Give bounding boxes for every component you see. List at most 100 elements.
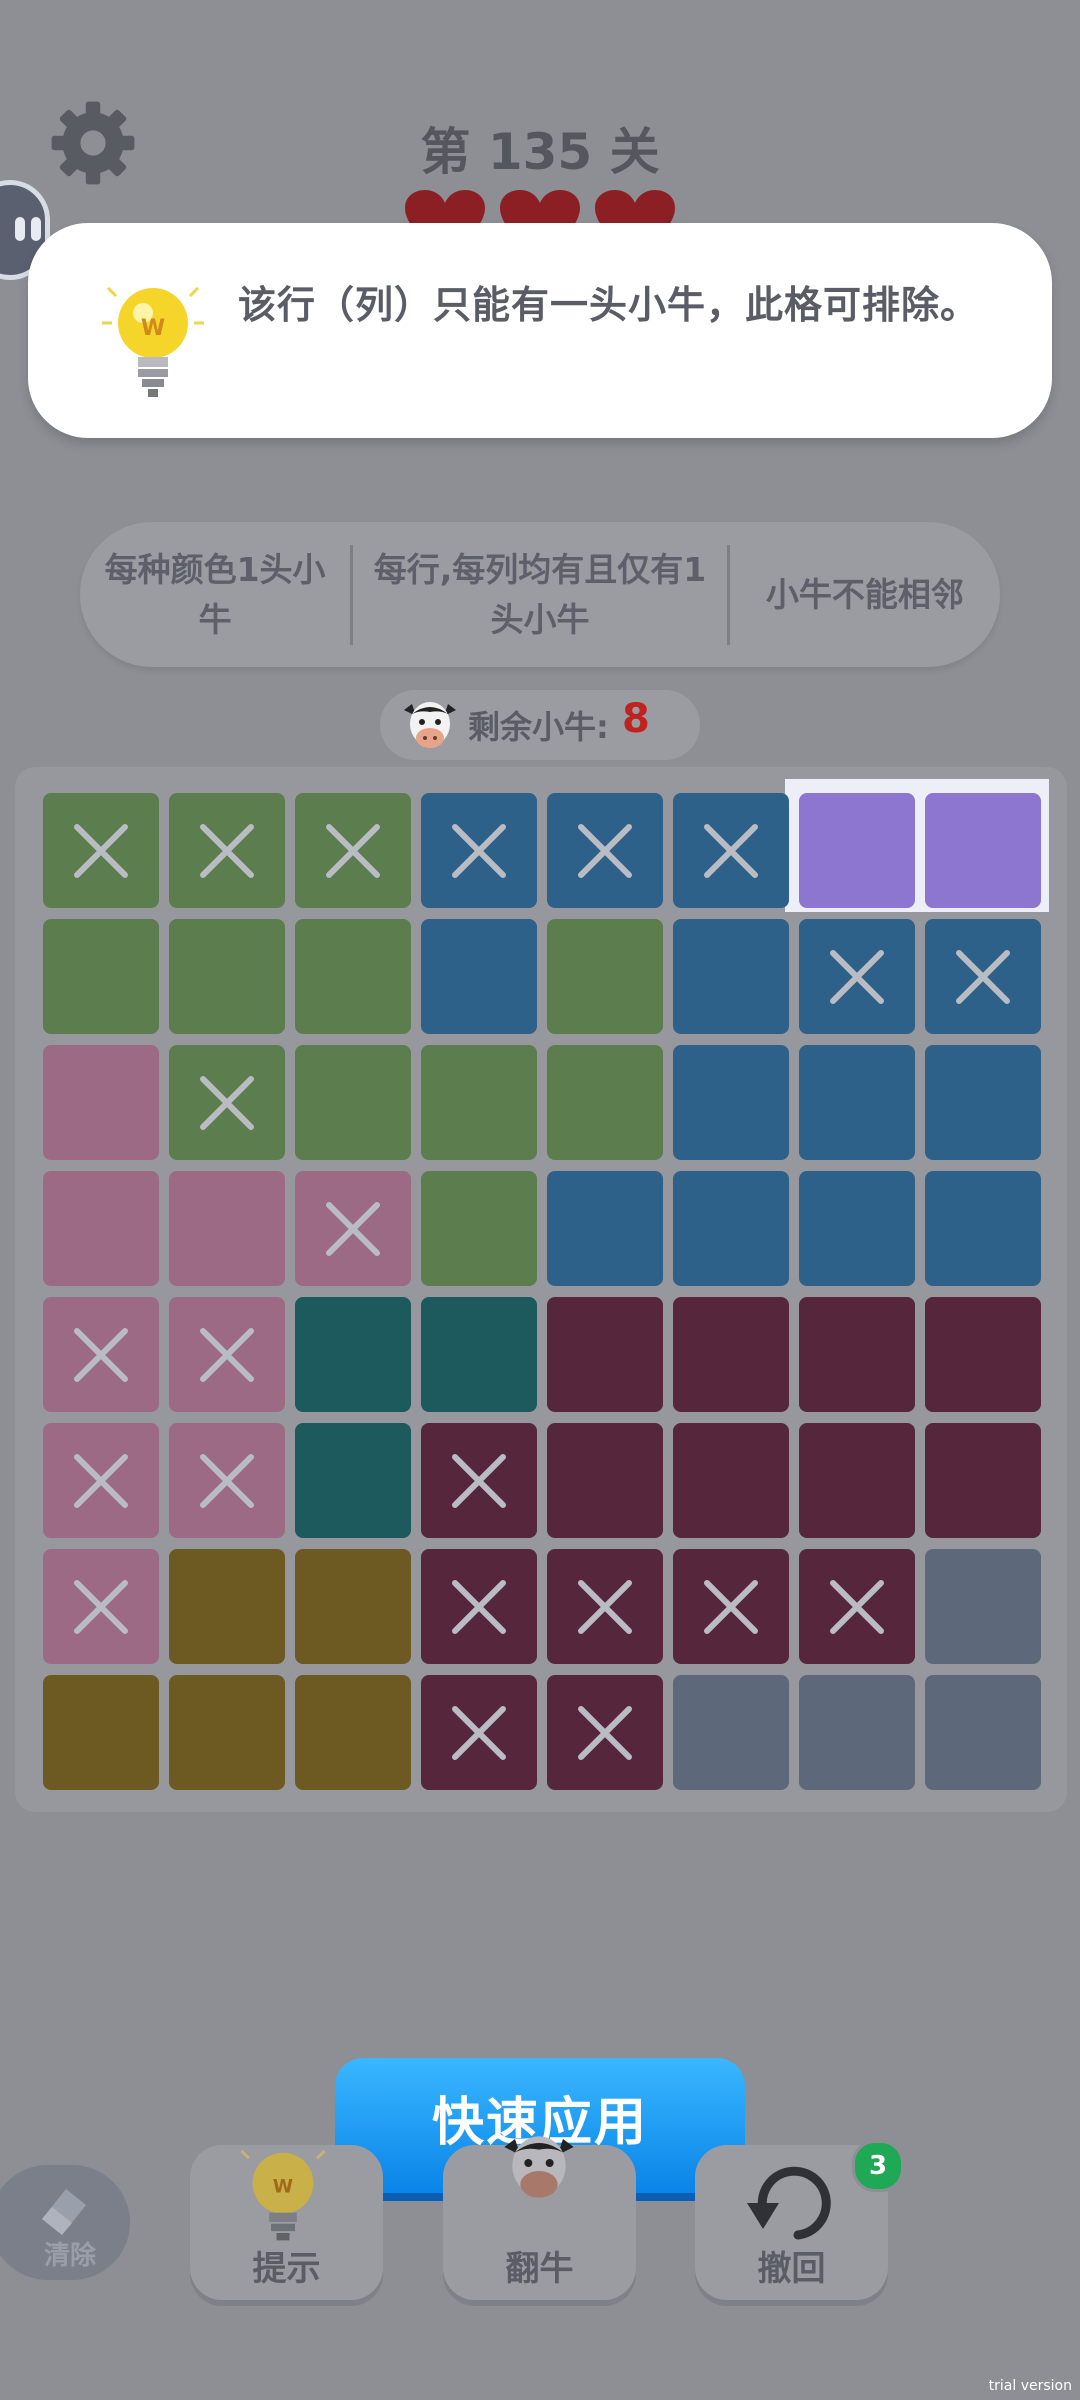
board-cell-r8-c2[interactable] (169, 1675, 285, 1790)
board-cell-r5-c7[interactable] (799, 1297, 915, 1412)
board-cell-r7-c6[interactable] (673, 1549, 789, 1664)
board-cell-r5-c2[interactable] (169, 1297, 285, 1412)
board-cell-r8-c8[interactable] (925, 1675, 1041, 1790)
board-cell-r8-c6[interactable] (673, 1675, 789, 1790)
board-cell-r6-c5[interactable] (547, 1423, 663, 1538)
rules-panel: 每种颜色1头小牛 每行,每列均有且仅有1头小牛 小牛不能相邻 (80, 522, 1000, 667)
remaining-count: 8 (622, 696, 650, 742)
x-mark-icon (452, 1454, 506, 1508)
board-cell-r3-c2[interactable] (169, 1045, 285, 1160)
x-mark-icon (326, 824, 380, 878)
board-cell-r7-c4[interactable] (421, 1549, 537, 1664)
lightbulb-icon: W (102, 286, 204, 397)
x-mark-icon (452, 824, 506, 878)
board-cell-r4-c1[interactable] (43, 1171, 159, 1286)
x-mark-icon (956, 950, 1010, 1004)
flip-cow-button[interactable]: 翻牛 (443, 2136, 636, 2300)
board-cell-r4-c7[interactable] (799, 1171, 915, 1286)
board-cell-r3-c7[interactable] (799, 1045, 915, 1160)
board-cell-r4-c3[interactable] (295, 1171, 411, 1286)
puzzle-board (15, 767, 1067, 1812)
hint-button[interactable]: W 提示 (190, 2145, 383, 2300)
board-cell-r6-c8[interactable] (925, 1423, 1041, 1538)
board-cell-r2-c4[interactable] (421, 919, 537, 1034)
pause-icon (15, 217, 25, 241)
board-cell-r5-c6[interactable] (673, 1297, 789, 1412)
board-cell-r6-c6[interactable] (673, 1423, 789, 1538)
board-cell-r5-c4[interactable] (421, 1297, 537, 1412)
remaining-label: 剩余小牛: (468, 708, 609, 746)
cow-icon (404, 702, 456, 748)
board-cell-r2-c1[interactable] (43, 919, 159, 1034)
board-cell-r1-c4[interactable] (421, 793, 537, 908)
x-mark-icon (326, 1202, 380, 1256)
board-cell-r5-c3[interactable] (295, 1297, 411, 1412)
board-cell-r7-c8[interactable] (925, 1549, 1041, 1664)
x-mark-icon (200, 1454, 254, 1508)
x-mark-icon (452, 1580, 506, 1634)
x-mark-icon (74, 1454, 128, 1508)
board-cell-r5-c8[interactable] (925, 1297, 1041, 1412)
board-cell-r2-c2[interactable] (169, 919, 285, 1034)
board-cell-r3-c6[interactable] (673, 1045, 789, 1160)
board-cell-r1-c7[interactable] (799, 793, 915, 908)
board-cell-r1-c2[interactable] (169, 793, 285, 908)
board-cell-r4-c8[interactable] (925, 1171, 1041, 1286)
rule-color: 每种颜色1头小牛 (104, 549, 326, 639)
x-mark-icon (830, 1580, 884, 1634)
x-mark-icon (74, 824, 128, 878)
board-cell-r8-c5[interactable] (547, 1675, 663, 1790)
board-cell-r6-c4[interactable] (421, 1423, 537, 1538)
board-cell-r1-c8[interactable] (925, 793, 1041, 908)
board-cell-r6-c7[interactable] (799, 1423, 915, 1538)
board-cell-r7-c3[interactable] (295, 1549, 411, 1664)
x-mark-icon (200, 1076, 254, 1130)
x-mark-icon (578, 824, 632, 878)
board-cell-r5-c1[interactable] (43, 1297, 159, 1412)
undo-label: 撤回 (757, 2249, 826, 2289)
board-cell-r8-c4[interactable] (421, 1675, 537, 1790)
board-cell-r6-c2[interactable] (169, 1423, 285, 1538)
board-cell-r1-c5[interactable] (547, 793, 663, 908)
rule-adjacent: 小牛不能相邻 (765, 574, 964, 614)
board-cell-r2-c7[interactable] (799, 919, 915, 1034)
board-cell-r1-c6[interactable] (673, 793, 789, 908)
board-cell-r7-c1[interactable] (43, 1549, 159, 1664)
board-cell-r2-c8[interactable] (925, 919, 1041, 1034)
board-cell-r4-c2[interactable] (169, 1171, 285, 1286)
board-cell-r4-c5[interactable] (547, 1171, 663, 1286)
board-cell-r3-c8[interactable] (925, 1045, 1041, 1160)
svg-text:W: W (273, 2176, 293, 2197)
board-cell-r2-c5[interactable] (547, 919, 663, 1034)
board-cell-r1-c1[interactable] (43, 793, 159, 908)
eraser-icon (42, 2189, 86, 2235)
board-cell-r4-c6[interactable] (673, 1171, 789, 1286)
rule-row-col: 每行,每列均有且仅有1头小牛 (350, 544, 730, 645)
board-cell-r7-c2[interactable] (169, 1549, 285, 1664)
board-cell-r6-c1[interactable] (43, 1423, 159, 1538)
board-cell-r3-c4[interactable] (421, 1045, 537, 1160)
board-cell-r2-c6[interactable] (673, 919, 789, 1034)
board-cell-r3-c3[interactable] (295, 1045, 411, 1160)
board-cell-r2-c3[interactable] (295, 919, 411, 1034)
x-mark-icon (704, 1580, 758, 1634)
board-cell-r8-c3[interactable] (295, 1675, 411, 1790)
board-cell-r8-c7[interactable] (799, 1675, 915, 1790)
board-cell-r6-c3[interactable] (295, 1423, 411, 1538)
board-cell-r5-c5[interactable] (547, 1297, 663, 1412)
board-cell-r3-c1[interactable] (43, 1045, 159, 1160)
level-title: 第 135 关 (420, 123, 660, 181)
board-cell-r8-c1[interactable] (43, 1675, 159, 1790)
clear-button[interactable]: 清除 (0, 2165, 130, 2280)
x-mark-icon (200, 824, 254, 878)
board-cell-r7-c7[interactable] (799, 1549, 915, 1664)
board-cell-r1-c3[interactable] (295, 793, 411, 908)
board-cell-r4-c4[interactable] (421, 1171, 537, 1286)
remaining-cows-pill: 剩余小牛: 8 (380, 690, 700, 760)
clear-label: 清除 (43, 2241, 96, 2271)
board-cell-r3-c5[interactable] (547, 1045, 663, 1160)
cow-icon (504, 2136, 574, 2198)
board-cell-r7-c5[interactable] (547, 1549, 663, 1664)
x-mark-icon (452, 1706, 506, 1760)
lightbulb-icon: W (240, 2149, 326, 2241)
